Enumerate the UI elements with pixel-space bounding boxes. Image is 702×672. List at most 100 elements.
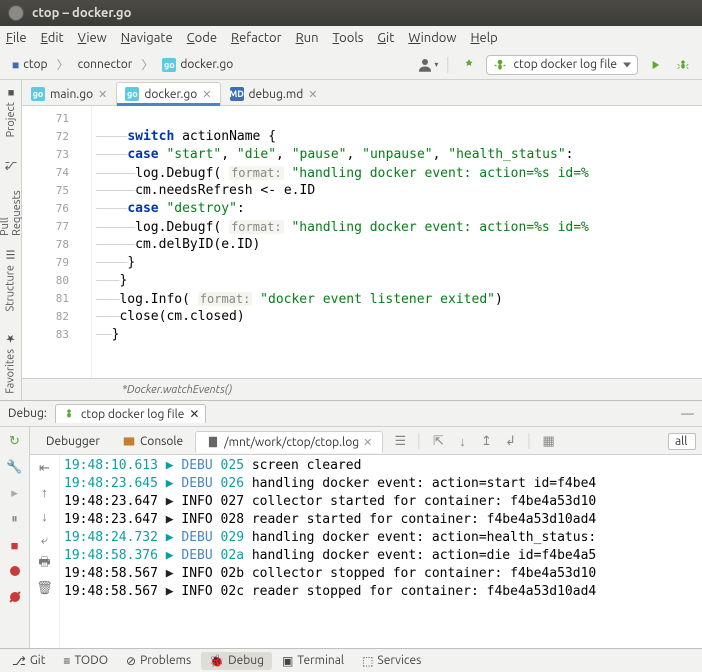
code-area[interactable]: 71727374757677787980818283 ————switch ac…: [22, 106, 702, 378]
code-line[interactable]: —————log.Debugf( format: "handling docke…: [96, 164, 702, 182]
log-line[interactable]: 19:48:23.645 ▶ DEBU 026 handling docker …: [64, 475, 698, 493]
code-line[interactable]: [96, 110, 702, 128]
prev-icon[interactable]: ↑: [36, 483, 54, 501]
line-number: 75: [22, 182, 85, 200]
list-icon: ≡: [63, 654, 70, 668]
bottom-services[interactable]: ⬚Services: [354, 652, 429, 670]
log-line[interactable]: 19:48:23.647 ▶ INFO 027 collector starte…: [64, 493, 698, 511]
bug-icon: 🐞: [209, 654, 224, 668]
debug-session-tab[interactable]: ctop docker log file ✕: [55, 404, 207, 423]
code-line[interactable]: —————cm.needsRefresh <- e.ID: [96, 182, 702, 200]
run-button[interactable]: [644, 54, 666, 76]
titlebar: ctop – docker.go: [0, 0, 702, 26]
bottom-todo[interactable]: ≡TODO: [55, 652, 116, 670]
next-icon[interactable]: ↓: [36, 507, 54, 525]
resume-icon[interactable]: ▸: [5, 483, 25, 503]
print-icon[interactable]: 🖶: [36, 555, 54, 573]
menu-edit[interactable]: Edit: [41, 31, 64, 45]
code-line[interactable]: ———}: [96, 272, 702, 290]
bottom-terminal[interactable]: ▣Terminal: [274, 652, 352, 670]
log-filter[interactable]: all: [668, 433, 696, 450]
tab-console[interactable]: Console: [112, 432, 193, 452]
editor-breadcrumb[interactable]: *Docker.watchEvents(): [22, 378, 702, 400]
file-tabs: gomain.go✕godocker.go✕MDdebug.md✕: [22, 80, 702, 106]
wrap-icon[interactable]: ⤶: [36, 531, 54, 549]
log-line[interactable]: 19:48:58.567 ▶ INFO 02c reader stopped f…: [64, 583, 698, 601]
run-config-selector[interactable]: ctop docker log file: [486, 55, 638, 75]
clear-icon[interactable]: 🗑: [36, 579, 54, 597]
bottom-problems[interactable]: ⊘Problems: [118, 652, 199, 670]
crumb-connector[interactable]: connector: [74, 56, 137, 73]
line-number: 82: [22, 308, 85, 326]
menu-git[interactable]: Git: [377, 31, 394, 45]
breakpoints-icon[interactable]: [5, 561, 25, 581]
line-number: 81: [22, 290, 85, 308]
code-line[interactable]: ————switch actionName {: [96, 128, 702, 146]
tab-log-file[interactable]: /mnt/work/ctop/ctop.log ✕: [195, 431, 383, 453]
line-number: 83: [22, 326, 85, 344]
debug-run-tools: ↻ 🔧 ▸ ⏸ ■: [0, 427, 30, 648]
close-icon[interactable]: ✕: [98, 88, 107, 101]
wrap-icon[interactable]: ↲: [501, 433, 519, 451]
menu-code[interactable]: Code: [187, 31, 217, 45]
hide-panel-icon[interactable]: —: [681, 407, 694, 421]
build-icon[interactable]: [458, 54, 480, 76]
rail-favorites[interactable]: Favorites ★: [4, 326, 17, 400]
tab-docker-go[interactable]: godocker.go✕: [116, 82, 220, 105]
export-icon[interactable]: ↥: [477, 433, 495, 451]
tab-debugger[interactable]: Debugger: [36, 432, 110, 451]
bottom-git[interactable]: ⎇Git: [4, 652, 53, 670]
user-icon[interactable]: ▾: [416, 54, 438, 76]
first-icon[interactable]: ⇤: [36, 459, 54, 477]
stop-icon[interactable]: ■: [5, 535, 25, 555]
menu-file[interactable]: File: [6, 31, 27, 45]
menu-navigate[interactable]: Navigate: [121, 31, 173, 45]
menu-window[interactable]: Window: [408, 31, 456, 45]
code-line[interactable]: ————case "start", "die", "pause", "unpau…: [96, 146, 702, 164]
code-line[interactable]: ——}: [96, 326, 702, 344]
rail-pull-requests[interactable]: Pull Requests ⎇: [0, 153, 23, 242]
scroll-down-icon[interactable]: ↓: [453, 433, 471, 451]
gutter: 71727374757677787980818283: [22, 106, 92, 378]
code-line[interactable]: ———log.Info( format: "docker event liste…: [96, 290, 702, 308]
menu-view[interactable]: View: [78, 31, 107, 45]
rerun-icon[interactable]: ↻: [5, 431, 25, 451]
settings-icon[interactable]: 🔧: [5, 457, 25, 477]
close-icon[interactable]: ✕: [202, 88, 211, 101]
log-line[interactable]: 19:48:58.376 ▶ DEBU 02a handling docker …: [64, 547, 698, 565]
close-icon[interactable]: ✕: [308, 88, 317, 101]
scroll-up-icon[interactable]: ⇱: [429, 433, 447, 451]
rail-project[interactable]: Project ■: [5, 80, 17, 143]
layout-icon[interactable]: ☰: [391, 433, 409, 451]
code-line[interactable]: ———close(cm.closed): [96, 308, 702, 326]
bottom-debug[interactable]: 🐞Debug: [201, 652, 272, 670]
close-icon[interactable]: ✕: [189, 407, 199, 421]
close-icon[interactable]: ✕: [363, 436, 372, 449]
tab-main-go[interactable]: gomain.go✕: [22, 82, 116, 105]
code-line[interactable]: —————cm.delByID(e.ID): [96, 236, 702, 254]
menu-help[interactable]: Help: [470, 31, 497, 45]
menu-run[interactable]: Run: [296, 31, 319, 45]
debug-button[interactable]: [672, 54, 694, 76]
grid-icon[interactable]: ▦: [540, 433, 558, 451]
menu-tools[interactable]: Tools: [333, 31, 364, 45]
log-line[interactable]: 19:48:24.732 ▶ DEBU 029 handling docker …: [64, 529, 698, 547]
log-line[interactable]: 19:48:58.567 ▶ INFO 02b collector stoppe…: [64, 565, 698, 583]
window-title: ctop – docker.go: [32, 6, 131, 20]
log-line[interactable]: 19:48:23.647 ▶ INFO 028 reader started f…: [64, 511, 698, 529]
code-line[interactable]: —————log.Debugf( format: "handling docke…: [96, 218, 702, 236]
crumb-ctop[interactable]: ■ ctop: [8, 56, 52, 74]
menu-refactor[interactable]: Refactor: [231, 31, 282, 45]
crumb-docker-go[interactable]: go docker.go: [158, 56, 237, 74]
pause-icon[interactable]: ⏸: [5, 509, 25, 529]
rail-structure[interactable]: Structure ☰: [4, 242, 17, 318]
tab-debug-md[interactable]: MDdebug.md✕: [221, 82, 327, 105]
code-line[interactable]: ————case "destroy":: [96, 200, 702, 218]
code[interactable]: ————switch actionName {————case "start",…: [92, 106, 702, 378]
bottom-tool-bar: ⎇Git≡TODO⊘Problems🐞Debug▣Terminal⬚Servic…: [0, 648, 702, 672]
log-line[interactable]: 19:48:10.613 ▶ DEBU 025 screen cleared: [64, 457, 698, 475]
line-number: 73: [22, 146, 85, 164]
mute-bp-icon[interactable]: [5, 587, 25, 607]
log-output[interactable]: 19:48:10.613 ▶ DEBU 025 screen cleared19…: [60, 455, 702, 648]
code-line[interactable]: ————}: [96, 254, 702, 272]
